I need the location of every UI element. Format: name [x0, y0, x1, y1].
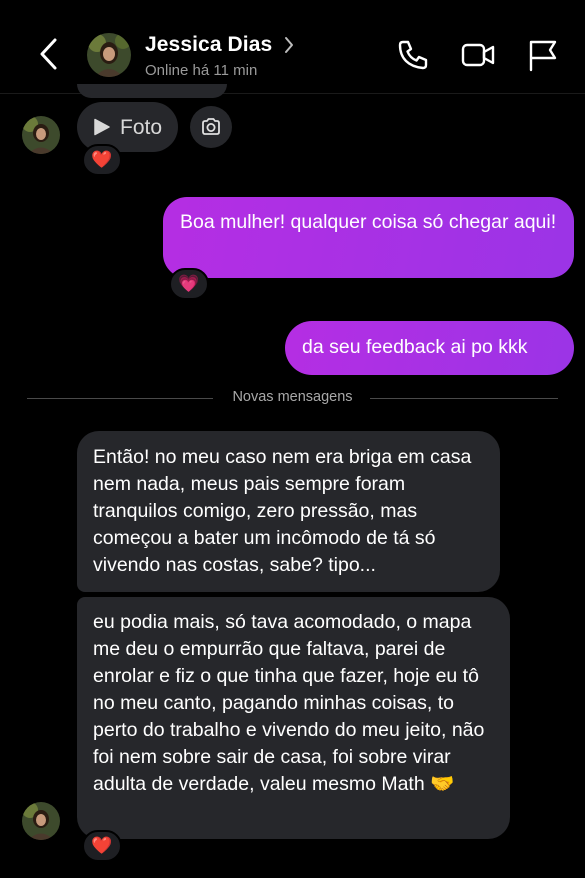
phone-icon[interactable]: [396, 38, 430, 72]
reaction-emoji: 💗: [178, 274, 200, 293]
contact-avatar[interactable]: [87, 33, 131, 77]
incoming-message[interactable]: eu podia mais, só tava acomodado, o mapa…: [77, 597, 510, 839]
outgoing-message[interactable]: Boa mulher! qualquer coisa só chegar aqu…: [163, 197, 574, 278]
contact-name[interactable]: Jessica Dias: [145, 33, 272, 57]
reaction-heart[interactable]: 💗: [169, 268, 209, 300]
camera-reply-button[interactable]: [190, 106, 232, 148]
contact-avatar-small[interactable]: [22, 116, 60, 154]
video-call-icon[interactable]: [461, 38, 495, 72]
online-status: Online há 11 min: [145, 62, 258, 79]
message-text: da seu feedback ai po kkk: [302, 336, 528, 358]
reaction-heart[interactable]: ❤️: [82, 830, 122, 862]
message-text: Então! no meu caso nem era briga em casa…: [93, 446, 472, 576]
outgoing-message[interactable]: da seu feedback ai po kkk: [285, 321, 574, 375]
reaction-emoji: ❤️: [91, 836, 113, 855]
flag-icon[interactable]: [526, 38, 560, 72]
photo-label: Foto: [120, 116, 163, 139]
message-text: Boa mulher! qualquer coisa só chegar aqu…: [180, 211, 557, 233]
previous-message-edge: [77, 84, 227, 98]
back-arrow-icon[interactable]: [34, 36, 64, 72]
message-text: eu podia mais, só tava acomodado, o mapa…: [93, 611, 485, 795]
camera-icon: [202, 118, 220, 135]
play-icon: [94, 118, 110, 136]
incoming-message[interactable]: Então! no meu caso nem era briga em casa…: [77, 431, 500, 592]
contact-avatar-small[interactable]: [22, 802, 60, 840]
reaction-emoji: ❤️: [91, 150, 113, 169]
reaction-heart[interactable]: ❤️: [82, 144, 122, 176]
new-messages-divider: Novas mensagens: [232, 389, 353, 405]
chat-header: Jessica Dias Online há 11 min: [0, 0, 585, 94]
chevron-right-icon[interactable]: [283, 35, 295, 55]
